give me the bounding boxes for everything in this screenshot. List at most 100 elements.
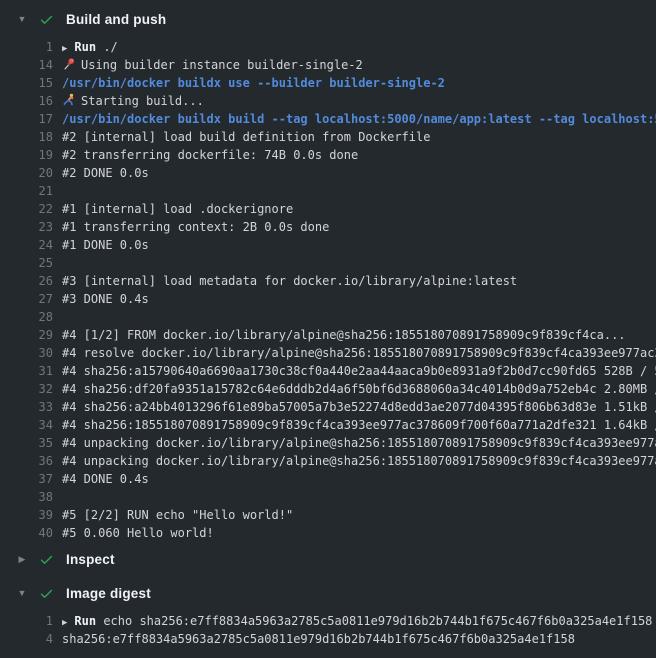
line-number[interactable]: 28 [0,308,53,326]
log-line-text: ▶Run ./ [62,40,118,54]
log-line-text: #2 [internal] load build definition from… [62,130,430,144]
workflow-log-viewer: ▼Build and push1▶Run ./14Using builder i… [0,0,656,658]
log-line: 33 #4 sha256:a24bb4013296f61e89ba57005a7b… [0,398,656,416]
section-log-body: 1 ▶Run ./ 14 Using builder instance builder… [0,32,656,546]
log-line: 20 #2 DONE 0.0s [0,164,656,182]
pushpin-icon [62,57,76,71]
line-number[interactable]: 21 [0,182,53,200]
log-section-image-digest: ▼ Image digest 1 ▶Run echo sha256:e7ff8834a… [0,580,656,658]
line-number[interactable]: 38 [0,488,53,506]
line-number[interactable]: 19 [0,146,53,164]
log-line-text: #5 [2/2] RUN echo "Hello world!" [62,508,293,522]
line-number[interactable]: 34 [0,416,53,434]
log-line: 35 #4 unpacking docker.io/library/alpine@… [0,434,656,452]
line-number[interactable]: 35 [0,434,53,452]
log-line: 16 Starting build... [0,92,656,110]
log-line-text: #4 sha256:185518070891758909c9f839cf4ca3… [62,418,656,432]
log-line-text: /usr/bin/docker buildx use --builder bui… [62,76,445,90]
log-line: 29 #4 [1/2] FROM docker.io/library/alpine… [0,326,656,344]
log-line-text: #4 DONE 0.4s [62,472,149,486]
chevron-down-icon[interactable]: ▼ [16,6,28,32]
section-title: Build and push [66,12,166,27]
log-line-text: #4 resolve docker.io/library/alpine@sha2… [62,346,656,360]
line-number[interactable]: 18 [0,128,53,146]
log-line: 38 [0,488,656,506]
line-number[interactable]: 22 [0,200,53,218]
log-line-text: #4 unpacking docker.io/library/alpine@sh… [62,436,656,450]
log-line: 27 #3 DONE 0.4s [0,290,656,308]
line-number[interactable]: 25 [0,254,53,272]
log-line: 18 #2 [internal] load build definition fr… [0,128,656,146]
log-line: 24 #1 DONE 0.0s [0,236,656,254]
log-line: 36 #4 unpacking docker.io/library/alpine@… [0,452,656,470]
check-success-icon [39,586,54,601]
section-header-image-digest[interactable]: ▼ Image digest [0,580,656,606]
log-line: 34 #4 sha256:185518070891758909c9f839cf4c… [0,416,656,434]
log-line-text: #5 0.060 Hello world! [62,526,214,540]
log-line-text: ▶Run echo sha256:e7ff8834a5963a2785c5a08… [62,614,652,628]
log-line: 37 #4 DONE 0.4s [0,470,656,488]
log-line-text: #1 DONE 0.0s [62,238,149,252]
line-number[interactable]: 39 [0,506,53,524]
log-line-text: sha256:e7ff8834a5963a2785c5a0811e979d16b… [62,632,575,646]
check-success-icon [39,12,54,27]
line-number[interactable]: 33 [0,398,53,416]
log-line-text: #4 unpacking docker.io/library/alpine@sh… [62,454,656,468]
line-number[interactable]: 29 [0,326,53,344]
play-icon[interactable]: ▶ [62,44,67,54]
line-number[interactable]: 27 [0,290,53,308]
log-line: 14 Using builder instance builder-single-… [0,56,656,74]
log-line-text: #2 transferring dockerfile: 74B 0.0s don… [62,148,358,162]
line-number[interactable]: 30 [0,344,53,362]
line-number[interactable]: 17 [0,110,53,128]
log-line: 17/usr/bin/docker buildx build --tag loc… [0,110,656,128]
log-line: 30 #4 resolve docker.io/library/alpine@sh… [0,344,656,362]
log-line: 15/usr/bin/docker buildx use --builder b… [0,74,656,92]
log-line-text: #4 [1/2] FROM docker.io/library/alpine@s… [62,328,626,342]
log-line-text: #1 transferring context: 2B 0.0s done [62,220,329,234]
log-line-text: /usr/bin/docker buildx build --tag local… [62,112,656,126]
line-number[interactable]: 15 [0,74,53,92]
line-number[interactable]: 1 [0,612,53,630]
line-number[interactable]: 31 [0,362,53,380]
line-number[interactable]: 20 [0,164,53,182]
log-line-text: #1 [internal] load .dockerignore [62,202,293,216]
log-line-text: #2 DONE 0.0s [62,166,149,180]
log-line: 23 #1 transferring context: 2B 0.0s done [0,218,656,236]
line-number[interactable]: 36 [0,452,53,470]
log-line-text: #4 sha256:a24bb4013296f61e89ba57005a7b3e… [62,400,656,414]
line-number[interactable]: 4 [0,630,53,648]
log-line-text: #3 [internal] load metadata for docker.i… [62,274,517,288]
log-line: 19 #2 transferring dockerfile: 74B 0.0s d… [0,146,656,164]
log-line: 21 [0,182,656,200]
play-icon[interactable]: ▶ [62,618,67,628]
line-number[interactable]: 32 [0,380,53,398]
log-line-text: Starting build... [62,94,204,108]
section-header-build-and-push[interactable]: ▼ Build and push [0,6,656,32]
chevron-down-icon[interactable]: ▼ [16,580,28,606]
log-line: 40 #5 0.060 Hello world! [0,524,656,542]
line-number[interactable]: 24 [0,236,53,254]
command-text: /usr/bin/docker buildx build --tag local… [62,112,656,126]
section-title: Image digest [66,586,151,601]
log-line-text: #3 DONE 0.4s [62,292,149,306]
log-line-text: #4 sha256:df20fa9351a15782c64e6dddb2d4a6… [62,382,656,396]
line-number[interactable]: 1 [0,38,53,56]
check-success-icon [39,552,54,567]
log-section-build-and-push: ▼ Build and push 1 ▶Run ./ 14 Using builder i… [0,6,656,546]
section-header-inspect[interactable]: ▶Inspect [0,546,656,572]
chevron-right-icon[interactable]: ▶ [16,546,28,572]
log-line: 31#4 sha256:a15790640a6690aa1730c38cf0a4… [0,362,656,380]
log-sections: ▼Build and push1▶Run ./14Using builder i… [0,6,656,658]
line-number[interactable]: 40 [0,524,53,542]
line-number[interactable]: 26 [0,272,53,290]
command-text: /usr/bin/docker buildx use --builder bui… [62,76,445,90]
line-number[interactable]: 23 [0,218,53,236]
line-number[interactable]: 37 [0,470,53,488]
log-line-text: Using builder instance builder-single-2 [62,58,363,72]
line-number[interactable]: 16 [0,92,53,110]
line-number[interactable]: 14 [0,56,53,74]
log-line: 26 #3 [internal] load metadata for docker… [0,272,656,290]
log-section-inspect: ▶Inspect [0,546,656,572]
log-line: 32 #4 sha256:df20fa9351a15782c64e6dddb2d4… [0,380,656,398]
